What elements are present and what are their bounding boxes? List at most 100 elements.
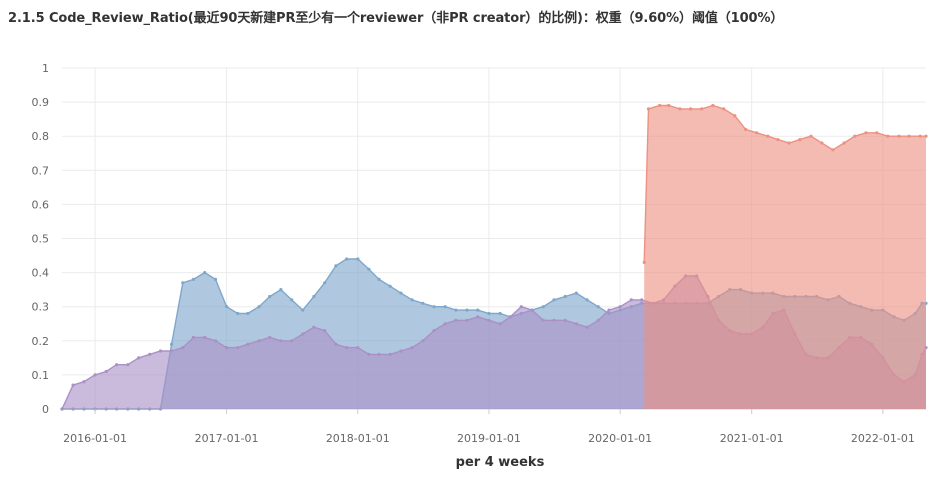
data-point: [268, 294, 272, 299]
data-point: [367, 352, 371, 356]
data-point: [203, 335, 207, 339]
data-point: [853, 134, 857, 138]
data-point: [191, 335, 196, 339]
data-point: [541, 305, 545, 309]
data-point: [225, 346, 229, 350]
data-point: [596, 305, 600, 309]
data-point: [82, 380, 86, 384]
y-tick-label: 0.6: [32, 198, 50, 211]
data-point: [388, 284, 392, 288]
data-point: [279, 288, 283, 292]
data-point: [236, 346, 240, 350]
data-point: [755, 131, 759, 135]
data-point: [323, 281, 327, 285]
data-point: [574, 322, 578, 326]
data-point: [658, 103, 662, 108]
data-point: [345, 257, 349, 261]
data-point: [864, 131, 868, 135]
data-point: [809, 134, 813, 138]
data-point: [487, 318, 491, 322]
y-tick-label: 0: [42, 403, 49, 416]
y-axis-ticks: 0 0.1 0.2 0.3 0.4 0.5 0.6 0.7 0.8 0.9 1: [32, 62, 50, 416]
y-tick-label: 1: [42, 62, 49, 75]
data-point: [225, 305, 229, 309]
data-point: [290, 339, 294, 343]
data-point: [508, 315, 512, 319]
data-point: [678, 107, 682, 111]
data-point: [541, 318, 545, 322]
data-point: [443, 322, 447, 326]
data-point: [421, 339, 425, 343]
data-point: [301, 308, 305, 312]
data-point: [918, 134, 922, 138]
data-point: [689, 107, 693, 111]
data-point: [367, 267, 371, 271]
data-point: [711, 103, 715, 108]
data-point: [831, 148, 835, 152]
x-tick-label: 2020-01-01: [588, 432, 652, 445]
data-point: [268, 335, 272, 339]
data-point: [312, 294, 316, 299]
y-tick-label: 0.4: [32, 267, 50, 280]
data-point: [213, 277, 218, 281]
data-point: [563, 294, 567, 299]
data-point: [733, 114, 737, 118]
data-point: [443, 305, 447, 309]
data-point: [454, 308, 458, 312]
data-point: [290, 298, 294, 302]
series-areas: [60, 103, 928, 411]
data-point: [875, 131, 879, 135]
data-point: [924, 134, 928, 138]
data-point: [700, 107, 704, 111]
data-point: [776, 138, 780, 142]
data-point: [356, 346, 360, 350]
data-point: [126, 363, 130, 367]
data-point: [279, 339, 283, 343]
data-point: [213, 339, 218, 343]
data-point: [181, 281, 185, 285]
data-point: [432, 329, 436, 333]
data-point: [170, 349, 174, 353]
data-point: [642, 260, 646, 264]
y-tick-label: 0.9: [32, 96, 50, 109]
data-point: [334, 264, 338, 268]
data-point: [519, 305, 523, 309]
series-area-fill: [644, 105, 926, 409]
data-point: [498, 322, 502, 326]
y-tick-label: 0.7: [32, 164, 50, 177]
data-point: [301, 332, 305, 336]
x-tick-label: 2016-01-01: [63, 432, 127, 445]
data-point: [722, 107, 726, 111]
y-tick-label: 0.3: [32, 301, 50, 314]
data-point: [476, 315, 480, 319]
data-point: [246, 342, 250, 346]
data-point: [399, 349, 403, 353]
x-tick-label: 2021-01-01: [720, 432, 784, 445]
data-point: [388, 352, 392, 356]
data-point: [498, 311, 502, 316]
data-point: [71, 383, 75, 387]
data-point: [607, 308, 611, 312]
data-point: [487, 311, 491, 316]
data-point: [907, 134, 911, 138]
data-point: [897, 134, 901, 138]
data-point: [585, 298, 589, 302]
data-point: [744, 127, 748, 131]
data-point: [323, 329, 327, 333]
data-point: [585, 325, 589, 329]
data-point: [203, 271, 207, 275]
data-point: [842, 141, 846, 145]
data-point: [60, 407, 64, 411]
x-tick-label: 2022-01-01: [851, 432, 915, 445]
data-point: [421, 301, 425, 305]
data-point: [93, 373, 97, 377]
y-tick-label: 0.8: [32, 130, 50, 143]
data-point: [596, 318, 600, 322]
data-point: [465, 308, 469, 312]
data-point: [552, 318, 556, 322]
data-point: [476, 308, 480, 312]
data-point: [820, 141, 824, 145]
y-tick-label: 0.1: [32, 369, 50, 382]
data-point: [115, 363, 119, 367]
x-tick-label: 2017-01-01: [195, 432, 259, 445]
